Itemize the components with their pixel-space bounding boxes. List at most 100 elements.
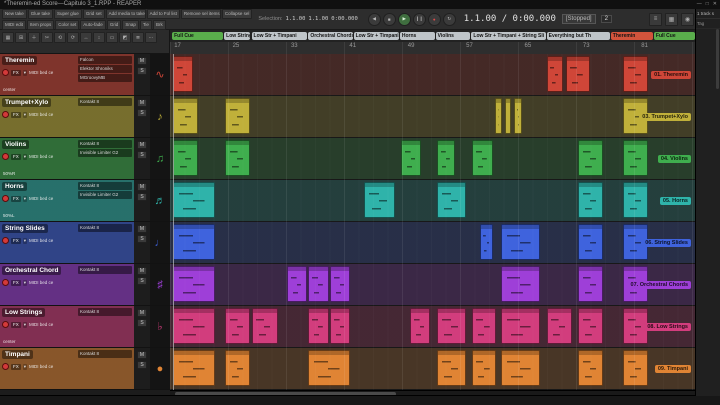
tcp-tool-icon[interactable]: ▦: [2, 32, 14, 43]
track-panel-row[interactable]: Horns FX ▾ MIDI bed ce 50%L Kontakt 8 Invisibl…: [0, 180, 170, 222]
toolbar-button[interactable]: Snap: [122, 19, 139, 30]
midi-item[interactable]: [173, 98, 199, 134]
record-arm-button[interactable]: [2, 69, 9, 76]
record-arm-button[interactable]: [2, 363, 9, 370]
track-panel-row[interactable]: Low Strings FX ▾ MIDI bed ce center Kontakt 8…: [0, 306, 170, 348]
toolbar-button[interactable]: Super glue: [54, 8, 82, 19]
track-name-label[interactable]: Theremin: [2, 56, 38, 65]
midi-item[interactable]: [578, 266, 604, 302]
midi-item[interactable]: [173, 224, 216, 260]
midi-item[interactable]: [173, 308, 216, 344]
pan-value[interactable]: center: [3, 339, 16, 344]
midi-item[interactable]: [225, 308, 251, 344]
transport-go-start-button[interactable]: ◀: [367, 12, 381, 26]
region-marker[interactable]: Low Str + Timpani: [353, 32, 399, 40]
region-marker[interactable]: Violins: [435, 32, 471, 40]
midi-item[interactable]: [364, 182, 396, 218]
midi-item[interactable]: [173, 350, 216, 386]
record-arm-button[interactable]: [2, 111, 9, 118]
fx-chip[interactable]: Kontakt 8: [78, 308, 132, 316]
fx-chip[interactable]: Kontakt 8: [78, 266, 132, 274]
midi-item[interactable]: [173, 140, 199, 176]
input-routing-label[interactable]: MIDI bed ce: [29, 154, 53, 159]
record-arm-button[interactable]: [2, 195, 9, 202]
solo-button[interactable]: S: [137, 277, 147, 285]
midi-item[interactable]: [308, 266, 329, 302]
mute-button[interactable]: M: [137, 351, 147, 359]
input-routing-label[interactable]: MIDI bed ce: [29, 70, 53, 75]
input-routing-label[interactable]: MIDI bed ce: [29, 238, 53, 243]
tcp-tool-icon[interactable]: ◩: [119, 32, 131, 43]
transport-stop-button[interactable]: ■: [382, 12, 396, 26]
midi-item[interactable]: [471, 350, 497, 386]
menu-icon[interactable]: ≡: [649, 12, 662, 26]
track-panel-row[interactable]: Timpani FX ▾ MIDI bed ce Kontakt 8 M S ●: [0, 348, 170, 390]
pan-value[interactable]: 50%R: [3, 171, 15, 176]
track-name-label[interactable]: Timpani: [2, 350, 33, 359]
midi-item[interactable]: [437, 308, 466, 344]
fx-chip[interactable]: Kontakt 8: [78, 350, 132, 358]
toolbar-button[interactable]: Tie: [139, 19, 152, 30]
record-arm-button[interactable]: [2, 237, 9, 244]
track-lane[interactable]: 03. Trumpet+Xylo: [170, 96, 696, 138]
toolbar-button[interactable]: MIDI edit: [2, 19, 27, 30]
envelope-button[interactable]: ▾: [22, 321, 28, 328]
midi-item[interactable]: [501, 224, 541, 260]
midi-item[interactable]: [225, 98, 251, 134]
mute-button[interactable]: M: [137, 141, 147, 149]
maximize-icon[interactable]: □: [706, 0, 709, 9]
midi-item[interactable]: [578, 224, 604, 260]
transport-play-button[interactable]: ▶: [397, 12, 411, 26]
input-routing-label[interactable]: MIDI bed ce: [29, 322, 53, 327]
envelope-button[interactable]: ▾: [22, 279, 28, 286]
midi-item[interactable]: [286, 266, 308, 302]
midi-item[interactable]: [565, 56, 590, 92]
midi-item[interactable]: [437, 350, 466, 386]
toolbar-button[interactable]: Grid set: [82, 8, 105, 19]
midi-item[interactable]: [578, 308, 604, 344]
selection-start[interactable]: 1.1.00: [286, 16, 306, 22]
input-routing-label[interactable]: MIDI bed ce: [29, 112, 53, 117]
midi-item[interactable]: [437, 182, 466, 218]
track-lane[interactable]: 08. Low Strings: [170, 306, 696, 348]
transport-repeat-button[interactable]: ↻: [442, 12, 456, 26]
midi-item[interactable]: [173, 266, 216, 302]
close-icon[interactable]: ✕: [713, 0, 717, 9]
track-lane[interactable]: 06. String Slides: [170, 222, 696, 264]
record-arm-button[interactable]: [2, 279, 9, 286]
midi-item[interactable]: [308, 308, 329, 344]
midi-item[interactable]: [471, 140, 494, 176]
region-marker[interactable]: Full Cue: [653, 32, 695, 40]
tcp-tool-icon[interactable]: ↔: [80, 32, 92, 43]
track-panel-row[interactable]: Orchestral Chord FX ▾ MIDI bed ce Kontakt 8M…: [0, 264, 170, 306]
fx-chip[interactable]: Kontakt 8: [78, 98, 132, 106]
region-marker[interactable]: Full Cue: [172, 32, 223, 40]
midi-item[interactable]: [471, 308, 497, 344]
midi-item[interactable]: [400, 140, 422, 176]
solo-button[interactable]: S: [137, 235, 147, 243]
fx-button[interactable]: FX: [11, 237, 21, 244]
envelope-button[interactable]: ▾: [22, 111, 28, 118]
tcp-tool-icon[interactable]: ↕: [93, 32, 105, 43]
fx-button[interactable]: FX: [11, 153, 21, 160]
fx-button[interactable]: FX: [11, 111, 21, 118]
midi-item[interactable]: [623, 182, 648, 218]
toolbar-button[interactable]: Add to Fol list: [146, 8, 180, 19]
midi-item[interactable]: [578, 350, 604, 386]
transport-pause-button[interactable]: ❙❙: [412, 12, 426, 26]
region-marker[interactable]: Theremin: [610, 32, 653, 40]
fx-chip[interactable]: Falcon: [78, 56, 132, 64]
tcp-tool-icon[interactable]: ⊞: [15, 32, 27, 43]
fx-button[interactable]: FX: [11, 321, 21, 328]
toolbar-button[interactable]: Add media to take: [105, 8, 146, 19]
solo-button[interactable]: S: [137, 109, 147, 117]
record-arm-button[interactable]: [2, 321, 9, 328]
fx-chip[interactable]: Invisible Limiter G2: [78, 191, 132, 199]
midi-item[interactable]: [546, 308, 572, 344]
track-panel-row[interactable]: Theremin FX ▾ MIDI bed ce center Falcon Elekto…: [0, 54, 170, 96]
docker-item[interactable]: Tag: [696, 19, 720, 29]
solo-button[interactable]: S: [137, 319, 147, 327]
record-arm-button[interactable]: [2, 153, 9, 160]
track-panel-row[interactable]: Trumpet+Xylo FX ▾ MIDI bed ce Kontakt 8 M S ♪: [0, 96, 170, 138]
pan-value[interactable]: center: [3, 87, 16, 92]
